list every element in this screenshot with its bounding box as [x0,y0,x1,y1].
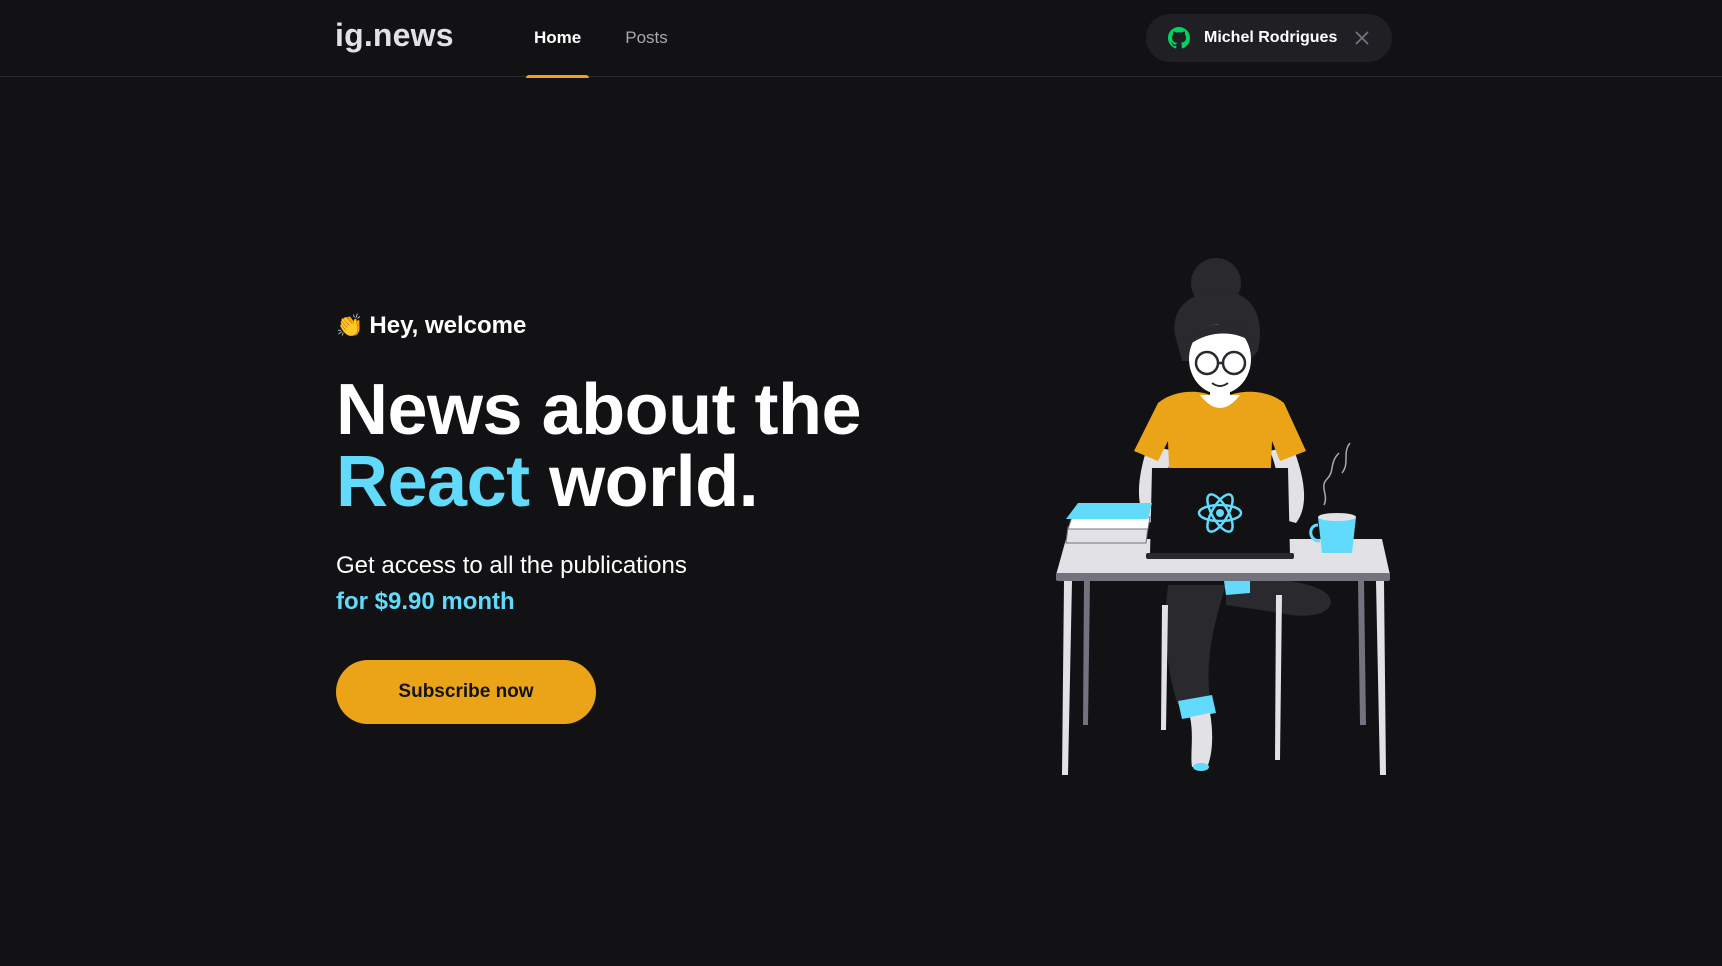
greeting-text: Hey, welcome [369,312,527,339]
main-nav: Home Posts [526,0,704,78]
headline-rest: world. [549,442,759,522]
user-name: Michel Rodrigues [1204,29,1338,46]
headline: News about the React world. [336,374,956,518]
subtitle: Get access to all the publications [336,552,687,579]
subscribe-button[interactable]: Subscribe now [336,660,596,724]
headline-accent: React [336,442,530,522]
hero-illustration [1050,255,1400,795]
sign-in-button[interactable]: Michel Rodrigues [1146,14,1392,62]
price: for $9.90 month [336,588,515,615]
greeting: 👏 Hey, welcome [336,312,956,340]
nav-posts-link[interactable]: Posts [617,0,676,77]
close-icon[interactable] [1353,29,1371,47]
headline-line1: News about the [336,370,862,450]
page: ig.news Home Posts Michel Rodrigues 👏 He… [0,0,1722,966]
logo[interactable]: ig.news [335,17,454,54]
github-icon [1168,27,1190,49]
clapping-hands-icon: 👏 [336,313,364,338]
hero-content: 👏 Hey, welcome News about the React worl… [336,312,956,724]
site-header: ig.news Home Posts Michel Rodrigues [0,0,1722,78]
nav-home-link[interactable]: Home [526,0,590,78]
